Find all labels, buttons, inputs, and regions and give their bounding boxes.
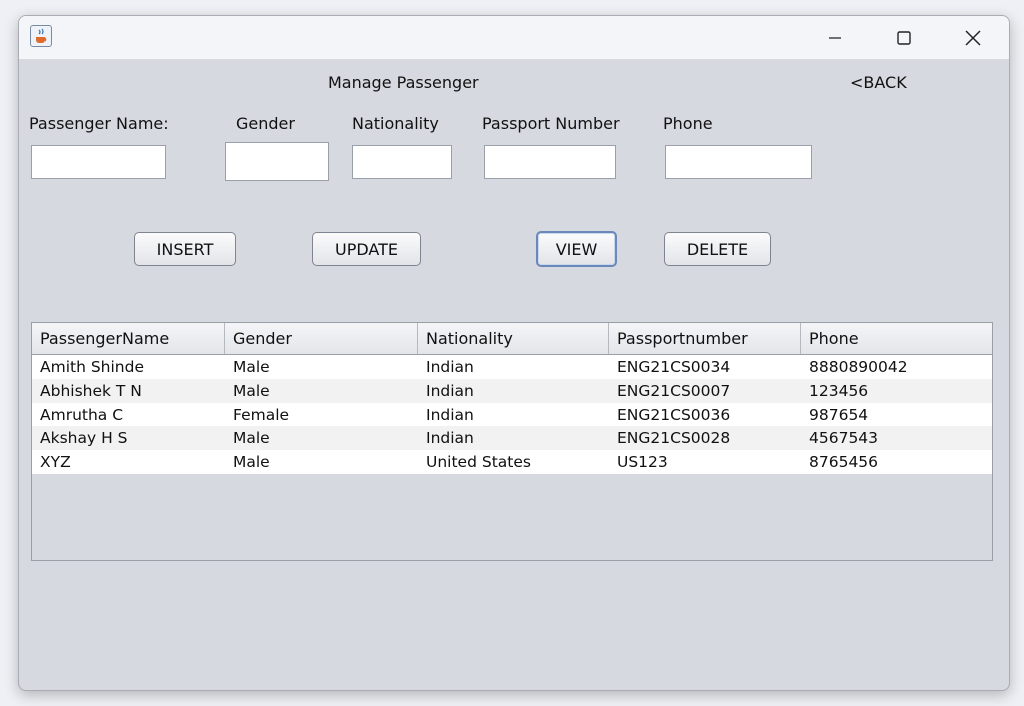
- close-button[interactable]: [949, 16, 997, 59]
- back-link[interactable]: <BACK: [850, 73, 907, 92]
- table-row[interactable]: Amrutha C Female Indian ENG21CS0036 9876…: [32, 402, 992, 427]
- cell-nationality: Indian: [426, 429, 474, 448]
- cell-passport-number: ENG21CS0007: [617, 381, 731, 400]
- passport-number-label: Passport Number: [482, 114, 620, 133]
- table-row[interactable]: Akshay H S Male Indian ENG21CS0028 45675…: [32, 426, 992, 451]
- phone-label: Phone: [663, 114, 713, 133]
- cell-gender: Male: [233, 429, 270, 448]
- main-panel: Manage Passenger <BACK Passenger Name: G…: [19, 59, 1009, 690]
- page-title: Manage Passenger: [328, 73, 479, 92]
- title-bar: [19, 16, 1009, 59]
- cell-passenger-name: Abhishek T N: [40, 381, 142, 400]
- cell-phone: 4567543: [809, 429, 879, 448]
- cell-phone: 123456: [809, 381, 869, 400]
- cell-gender: Female: [233, 405, 290, 424]
- passenger-name-field[interactable]: [31, 145, 166, 179]
- insert-button[interactable]: INSERT: [134, 232, 236, 266]
- cell-gender: Male: [233, 381, 270, 400]
- cell-passenger-name: Amith Shinde: [40, 358, 145, 376]
- column-header-passengername[interactable]: PassengerName: [32, 323, 225, 354]
- nationality-label: Nationality: [352, 114, 439, 133]
- column-header-passportnumber[interactable]: Passportnumber: [609, 323, 801, 354]
- cell-phone: 8880890042: [809, 358, 908, 376]
- cell-phone: 8765456: [809, 453, 879, 472]
- table-row[interactable]: Abhishek T N Male Indian ENG21CS0007 123…: [32, 378, 992, 403]
- cell-phone: 987654: [809, 405, 869, 424]
- cell-passport-number: ENG21CS0028: [617, 429, 731, 448]
- column-header-nationality[interactable]: Nationality: [418, 323, 609, 354]
- view-button[interactable]: VIEW: [536, 231, 617, 267]
- cell-nationality: Indian: [426, 381, 474, 400]
- column-header-gender[interactable]: Gender: [225, 323, 418, 354]
- gender-field[interactable]: [225, 142, 329, 181]
- cell-passenger-name: Amrutha C: [40, 405, 124, 424]
- close-icon: [965, 29, 981, 46]
- app-window: Manage Passenger <BACK Passenger Name: G…: [18, 15, 1010, 691]
- table-header: PassengerName Gender Nationality Passpor…: [32, 323, 992, 355]
- table-row[interactable]: Amith Shinde Male Indian ENG21CS0034 888…: [32, 355, 992, 379]
- cell-gender: Male: [233, 358, 270, 376]
- update-button[interactable]: UPDATE: [312, 232, 421, 266]
- passenger-table[interactable]: PassengerName Gender Nationality Passpor…: [31, 322, 993, 561]
- maximize-button[interactable]: [880, 16, 928, 59]
- cell-nationality: Indian: [426, 358, 474, 376]
- nationality-field[interactable]: [352, 145, 452, 179]
- column-header-phone[interactable]: Phone: [801, 323, 992, 354]
- table-row[interactable]: XYZ Male United States US123 8765456: [32, 450, 992, 474]
- cell-passenger-name: Akshay H S: [40, 429, 128, 448]
- cell-gender: Male: [233, 453, 270, 472]
- maximize-icon: [897, 30, 911, 45]
- passenger-name-label: Passenger Name:: [29, 114, 169, 133]
- phone-field[interactable]: [665, 145, 812, 179]
- cell-passport-number: ENG21CS0034: [617, 358, 731, 376]
- passport-number-field[interactable]: [484, 145, 616, 179]
- cell-passport-number: ENG21CS0036: [617, 405, 731, 424]
- cell-nationality: Indian: [426, 405, 474, 424]
- cell-passenger-name: XYZ: [40, 453, 71, 472]
- cell-nationality: United States: [426, 453, 531, 472]
- gender-label: Gender: [236, 114, 295, 133]
- table-body: Amith Shinde Male Indian ENG21CS0034 888…: [32, 355, 992, 474]
- java-cup-icon: [30, 25, 52, 47]
- minimize-icon: [829, 36, 841, 39]
- cell-passport-number: US123: [617, 453, 668, 472]
- minimize-button[interactable]: [811, 16, 859, 59]
- delete-button[interactable]: DELETE: [664, 232, 771, 266]
